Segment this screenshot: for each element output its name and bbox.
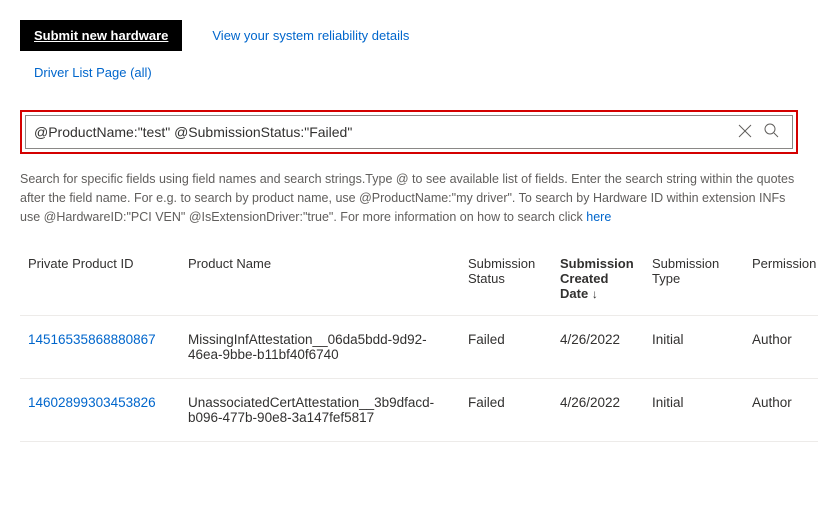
cell-product-name: MissingInfAttestation__06da5bdd-9d92-46e… bbox=[180, 316, 460, 379]
view-reliability-link[interactable]: View your system reliability details bbox=[212, 28, 409, 43]
cell-type: Initial bbox=[644, 379, 744, 442]
x-icon bbox=[738, 124, 752, 141]
cell-status: Failed bbox=[460, 379, 552, 442]
col-header-id[interactable]: Private Product ID bbox=[20, 246, 180, 316]
col-header-date[interactable]: Submission Created Date ↓ bbox=[552, 246, 644, 316]
top-links-bar: Submit new hardware View your system rel… bbox=[20, 20, 818, 51]
product-id-link[interactable]: 14516535868880867 bbox=[20, 316, 180, 379]
col-header-status[interactable]: Submission Status bbox=[460, 246, 552, 316]
table-header-row: Private Product ID Product Name Submissi… bbox=[20, 246, 818, 316]
table-row: 14516535868880867 MissingInfAttestation_… bbox=[20, 316, 818, 379]
search-help-text: Search for specific fields using field n… bbox=[20, 170, 798, 226]
col-header-type[interactable]: Submission Type bbox=[644, 246, 744, 316]
cell-type: Initial bbox=[644, 316, 744, 379]
clear-search-button[interactable] bbox=[732, 119, 758, 145]
cell-permission: Author bbox=[744, 379, 818, 442]
submit-new-hardware-button[interactable]: Submit new hardware bbox=[20, 20, 182, 51]
search-icon bbox=[764, 123, 779, 141]
cell-status: Failed bbox=[460, 316, 552, 379]
table-row: 14602899303453826 UnassociatedCertAttest… bbox=[20, 379, 818, 442]
help-text-content: Search for specific fields using field n… bbox=[20, 172, 794, 224]
driver-list-page-link[interactable]: Driver List Page (all) bbox=[34, 65, 818, 80]
search-highlight-border bbox=[20, 110, 798, 154]
cell-date: 4/26/2022 bbox=[552, 316, 644, 379]
sort-down-icon: ↓ bbox=[592, 287, 598, 301]
submissions-table: Private Product ID Product Name Submissi… bbox=[20, 246, 818, 442]
search-box bbox=[25, 115, 793, 149]
help-here-link[interactable]: here bbox=[586, 210, 611, 224]
col-header-name[interactable]: Product Name bbox=[180, 246, 460, 316]
product-id-link[interactable]: 14602899303453826 bbox=[20, 379, 180, 442]
search-input[interactable] bbox=[34, 124, 732, 140]
search-button[interactable] bbox=[758, 119, 784, 145]
cell-permission: Author bbox=[744, 316, 818, 379]
col-header-permission[interactable]: Permission bbox=[744, 246, 818, 316]
cell-date: 4/26/2022 bbox=[552, 379, 644, 442]
cell-product-name: UnassociatedCertAttestation__3b9dfacd-b0… bbox=[180, 379, 460, 442]
